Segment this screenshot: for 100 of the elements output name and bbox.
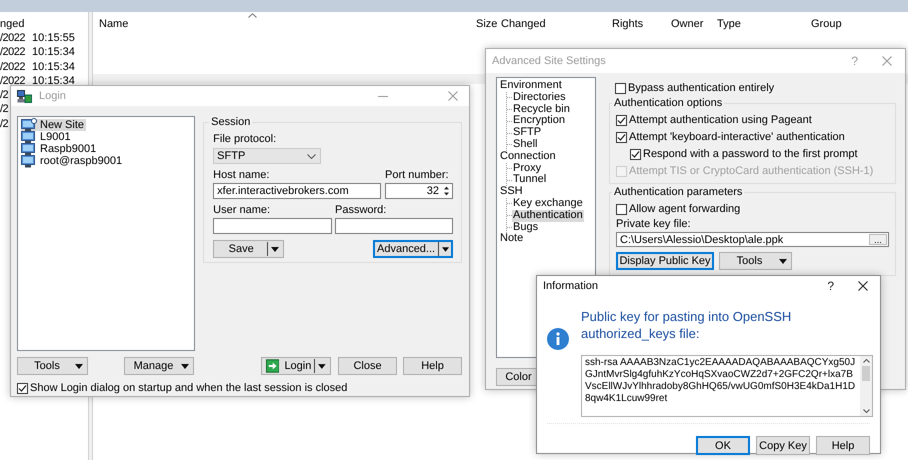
message-text: Public key for pasting into OpenSSH authorized_keys file: xyxy=(581,308,792,342)
close-icon[interactable] xyxy=(858,281,868,291)
checkbox-label: Bypass authentication entirely xyxy=(628,82,774,94)
field-label: Private key file: xyxy=(616,218,692,231)
dialog-button[interactable]: Login xyxy=(261,357,331,375)
host-name-field[interactable]: xfer.interactivebrokers.com xyxy=(213,183,382,199)
group-label: Session xyxy=(210,116,252,128)
checkbox-label: Attempt TIS or CryptoCard authentication (SSH-1) xyxy=(629,165,874,177)
field-label: Password: xyxy=(335,204,388,217)
chevron-down-icon xyxy=(307,154,316,158)
checkbox[interactable] xyxy=(17,382,28,394)
tree-item[interactable]: Shell xyxy=(512,138,538,151)
save-button[interactable]: Save xyxy=(213,240,284,258)
site-item[interactable]: Raspb9001 xyxy=(21,143,98,155)
checkbox[interactable] xyxy=(616,204,627,214)
dialog-button[interactable]: Help xyxy=(816,436,870,455)
dialog-button[interactable]: Close xyxy=(338,357,397,375)
caret-icon xyxy=(271,246,280,252)
help-button[interactable]: ? xyxy=(827,279,834,293)
window-title: Advanced Site Settings xyxy=(492,55,606,67)
site-item[interactable]: New Site xyxy=(21,119,86,131)
date-cell: /2 xyxy=(0,88,8,102)
date-cell: /2022 xyxy=(0,60,26,74)
column-header[interactable]: Owner xyxy=(671,18,704,30)
date-cell: /2022 xyxy=(0,74,26,88)
column-header[interactable]: Name xyxy=(99,18,128,30)
private-key-field[interactable]: C:\Users\Alessio\Desktop\ale.ppk ... xyxy=(616,232,889,247)
column-header[interactable]: Rights xyxy=(612,18,644,30)
advanced-button[interactable]: Advanced... xyxy=(373,240,453,258)
port-number-field[interactable]: 32 xyxy=(385,183,453,199)
column-header[interactable]: Changed xyxy=(501,18,546,30)
time-cell: 10:15:34 xyxy=(32,74,75,88)
computers-icon xyxy=(17,90,32,102)
browse-button[interactable]: ... xyxy=(869,234,887,245)
tree-item[interactable]: Key exchange xyxy=(512,198,584,210)
caret-icon xyxy=(181,364,189,368)
tree-item[interactable]: Directories xyxy=(512,92,567,104)
dialog-button[interactable]: Tools xyxy=(17,357,88,375)
monitor-icon xyxy=(21,130,37,144)
column-header[interactable]: Group xyxy=(811,18,842,30)
tree-item[interactable]: Connection xyxy=(499,150,593,163)
time-cell: 10:15:55 xyxy=(32,31,75,46)
field-label: Host name: xyxy=(213,169,270,182)
window-title: Information xyxy=(543,280,598,292)
checkbox[interactable] xyxy=(616,132,627,142)
group-label: Authentication parameters xyxy=(613,186,744,198)
tree-item[interactable]: Proxy xyxy=(512,162,542,174)
password-field[interactable] xyxy=(335,218,453,234)
information-icon xyxy=(547,328,569,350)
protocol-dropdown[interactable]: SFTP xyxy=(213,148,322,164)
checkbox[interactable] xyxy=(615,82,626,94)
dialog-button[interactable]: Copy Key xyxy=(756,436,810,455)
monitor-icon xyxy=(21,142,37,156)
date-cell: /2 xyxy=(0,102,8,117)
user-name-field[interactable] xyxy=(213,218,332,234)
scroll-down-icon[interactable] xyxy=(862,409,870,413)
column-header[interactable]: nged xyxy=(0,18,24,30)
column-header[interactable]: Type xyxy=(717,18,741,30)
dialog-button[interactable]: Display Public Key xyxy=(616,252,714,270)
tree-item[interactable]: SFTP xyxy=(512,127,542,139)
tree-item[interactable]: Encryption xyxy=(512,115,566,128)
dialog-button[interactable]: OK xyxy=(696,436,750,455)
caret-icon xyxy=(779,258,787,264)
checkbox-label: Attempt 'keyboard-interactive' authentication xyxy=(629,131,845,143)
tree-item[interactable]: Tunnel xyxy=(512,174,548,186)
caret-icon xyxy=(75,364,83,368)
site-item[interactable]: root@raspb9001 xyxy=(21,155,124,167)
caret-icon xyxy=(318,364,326,368)
field-label: User name: xyxy=(213,204,272,217)
scrollbar[interactable] xyxy=(860,356,872,416)
checkbox[interactable] xyxy=(616,114,627,126)
dialog-button[interactable]: Help xyxy=(403,357,462,375)
date-cell: /2022 xyxy=(0,31,26,46)
tree-item[interactable]: SSH xyxy=(499,186,593,198)
column-header[interactable]: Size xyxy=(476,18,498,30)
public-key-text-area[interactable]: ssh-rsa AAAAB3NzaC1yc2EAAAADAQABAAABAQCYxg50JGJntMvrSlg4gfuhKzYcoHqSXvaoCWZ2d7+2GFC2Qr+lxa7BVscEllWJvYlhhradoby8GhHQ65/vwUG0mfS0H3E4kDa1H1D8qw4K1Lcuw99ret xyxy=(581,355,873,417)
site-item[interactable]: L9001 xyxy=(21,131,73,143)
tree-item[interactable]: Note xyxy=(499,233,593,246)
scroll-up-icon[interactable] xyxy=(862,359,870,363)
caret-icon xyxy=(442,246,449,252)
field-label: File protocol: xyxy=(213,133,278,146)
date-cell: /2 xyxy=(0,116,8,132)
checkbox-label: Respond with a password to the first prompt xyxy=(643,148,858,160)
checkbox-label: Allow agent forwarding xyxy=(629,203,740,215)
tree-item[interactable]: Recycle bin xyxy=(512,104,571,116)
field-label: Port number: xyxy=(385,169,450,182)
checkbox-label: Attempt authentication using Pageant xyxy=(629,114,812,126)
tree-item[interactable]: Authentication xyxy=(512,210,584,222)
tree-item[interactable]: Environment xyxy=(499,80,593,92)
monitor-icon xyxy=(21,154,37,168)
time-cell: 10:15:34 xyxy=(32,60,75,74)
window-title: Login xyxy=(39,90,66,102)
checkbox[interactable] xyxy=(630,148,641,160)
group-label: Authentication options xyxy=(613,97,724,109)
date-cell: /2022 xyxy=(0,45,26,60)
checkbox-label: Show Login dialog on startup and when the last session is closed xyxy=(30,382,348,394)
time-cell: 10:15:34 xyxy=(32,45,75,60)
dialog-button[interactable]: Manage xyxy=(124,357,194,375)
dialog-button[interactable]: Tools xyxy=(719,252,792,270)
tree-item[interactable]: Bugs xyxy=(512,222,540,234)
